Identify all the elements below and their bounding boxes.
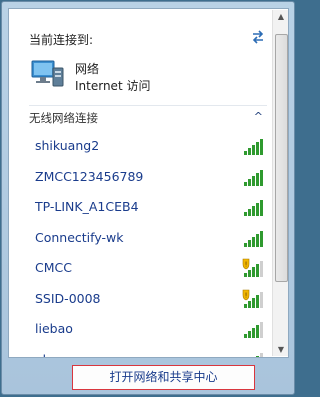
network-ssid: liebao — [35, 321, 73, 336]
refresh-icon[interactable] — [249, 28, 267, 46]
scrollbar[interactable]: ▲ ▼ — [272, 10, 288, 356]
open-network-sharing-center-link[interactable]: 打开网络和共享中心 — [72, 365, 255, 390]
scroll-down-icon[interactable]: ▼ — [276, 345, 286, 354]
section-divider — [29, 105, 267, 106]
signal-strength-icon — [256, 352, 263, 357]
scroll-up-icon[interactable]: ▲ — [276, 12, 286, 21]
network-row[interactable]: Connectify-wk — [29, 225, 267, 251]
network-row[interactable]: SSID-0008! — [29, 286, 267, 312]
signal-strength-icon: ! — [242, 289, 263, 308]
current-network-name: 网络 — [75, 62, 100, 76]
signal-strength-icon — [244, 230, 263, 247]
signal-strength-icon — [244, 322, 263, 338]
network-row[interactable]: ZMCC123456789 — [29, 164, 267, 190]
chevron-up-icon[interactable]: ^ — [254, 110, 263, 123]
signal-strength-icon — [244, 139, 263, 155]
network-ssid: TP-LINK_A1CEB4 — [35, 199, 139, 214]
network-ssid: shikuang2 — [35, 138, 100, 153]
signal-strength-icon — [244, 169, 263, 186]
wireless-section-title: 无线网络连接 — [29, 111, 98, 125]
svg-text:!: ! — [245, 261, 248, 269]
signal-strength-icon — [244, 200, 263, 216]
svg-text:!: ! — [245, 291, 248, 299]
signal-strength-icon: ! — [242, 258, 263, 277]
network-ssid: ZMCC123456789 — [35, 168, 144, 184]
scrollbar-thumb[interactable] — [275, 34, 288, 282]
network-ssid: SSID-0008 — [35, 290, 101, 306]
network-panel: 当前连接到: 网络 Internet 访问 无线网络连接 ^ shikuang2… — [8, 8, 289, 358]
network-icon — [31, 60, 64, 87]
network-flyout: 当前连接到: 网络 Internet 访问 无线网络连接 ^ shikuang2… — [1, 1, 295, 395]
current-network-status: Internet 访问 — [75, 79, 151, 93]
network-row[interactable]: abc — [29, 347, 267, 358]
current-connection-label: 当前连接到: — [29, 33, 94, 47]
network-row[interactable]: liebao — [29, 316, 267, 342]
wireless-section-header[interactable]: 无线网络连接 ^ — [29, 110, 269, 128]
network-row[interactable]: TP-LINK_A1CEB4 — [29, 194, 267, 220]
network-row[interactable]: shikuang2 — [29, 133, 267, 159]
network-row[interactable]: CMCC! — [29, 255, 267, 281]
network-ssid: Connectify-wk — [35, 229, 124, 245]
network-ssid: abc — [35, 352, 57, 358]
network-ssid: CMCC — [35, 260, 72, 275]
